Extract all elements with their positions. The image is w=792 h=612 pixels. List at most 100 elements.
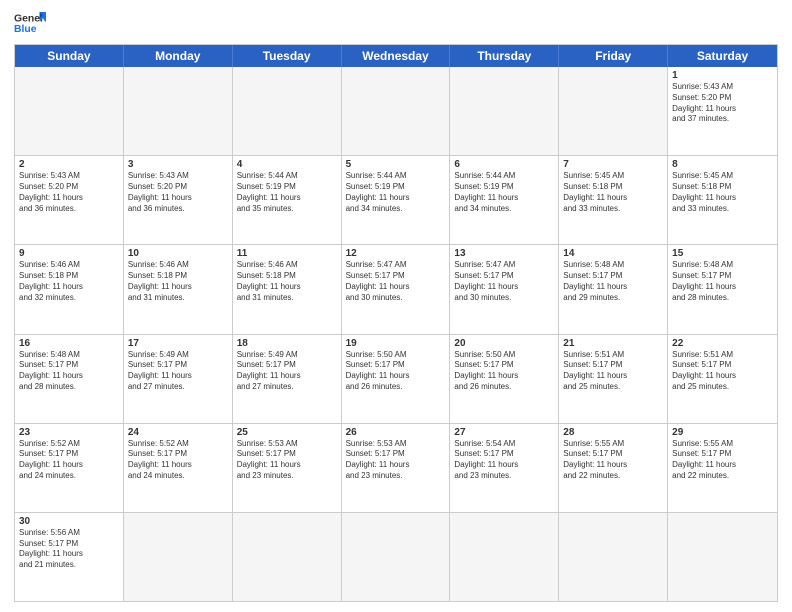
- calendar-cell: [233, 513, 342, 601]
- day-info: Sunrise: 5:53 AM Sunset: 5:17 PM Dayligh…: [237, 439, 337, 482]
- day-number: 14: [563, 248, 663, 259]
- day-number: 15: [672, 248, 773, 259]
- day-info: Sunrise: 5:43 AM Sunset: 5:20 PM Dayligh…: [672, 82, 773, 125]
- day-info: Sunrise: 5:49 AM Sunset: 5:17 PM Dayligh…: [128, 350, 228, 393]
- header-day-saturday: Saturday: [668, 45, 777, 67]
- day-number: 28: [563, 427, 663, 438]
- day-info: Sunrise: 5:48 AM Sunset: 5:17 PM Dayligh…: [563, 260, 663, 303]
- calendar-cell: [668, 513, 777, 601]
- day-info: Sunrise: 5:48 AM Sunset: 5:17 PM Dayligh…: [19, 350, 119, 393]
- day-info: Sunrise: 5:55 AM Sunset: 5:17 PM Dayligh…: [563, 439, 663, 482]
- calendar-cell: 2Sunrise: 5:43 AM Sunset: 5:20 PM Daylig…: [15, 156, 124, 244]
- calendar-week-4: 23 Sunrise: 5:52 AM Sunset: 5:17 PM Dayli…: [15, 423, 777, 512]
- calendar-cell: 16Sunrise: 5:48 AM Sunset: 5:17 PM Dayli…: [15, 335, 124, 423]
- header-day-thursday: Thursday: [450, 45, 559, 67]
- calendar: SundayMondayTuesdayWednesdayThursdayFrid…: [14, 44, 778, 602]
- calendar-cell: 28Sunrise: 5:55 AM Sunset: 5:17 PM Dayli…: [559, 424, 668, 512]
- day-info: Sunrise: 5:54 AM Sunset: 5:17 PM Dayligh…: [454, 439, 554, 482]
- calendar-cell: [342, 67, 451, 155]
- day-number: 21: [563, 338, 663, 349]
- calendar-cell: 14Sunrise: 5:48 AM Sunset: 5:17 PM Dayli…: [559, 245, 668, 333]
- day-number: 1: [672, 70, 773, 81]
- day-info: Sunrise: 5:43 AM Sunset: 5:20 PM Dayligh…: [128, 171, 228, 214]
- calendar-cell: 11Sunrise: 5:46 AM Sunset: 5:18 PM Dayli…: [233, 245, 342, 333]
- calendar-cell: 18Sunrise: 5:49 AM Sunset: 5:17 PM Dayli…: [233, 335, 342, 423]
- day-number: 26: [346, 427, 446, 438]
- day-number: 3: [128, 159, 228, 170]
- calendar-cell: [450, 513, 559, 601]
- calendar-cell: 24Sunrise: 5:52 AM Sunset: 5:17 PM Dayli…: [124, 424, 233, 512]
- calendar-cell: 9Sunrise: 5:46 AM Sunset: 5:18 PM Daylig…: [15, 245, 124, 333]
- calendar-cell: 27Sunrise: 5:54 AM Sunset: 5:17 PM Dayli…: [450, 424, 559, 512]
- day-info: Sunrise: 5:53 AM Sunset: 5:17 PM Dayligh…: [346, 439, 446, 482]
- calendar-cell: 3Sunrise: 5:43 AM Sunset: 5:20 PM Daylig…: [124, 156, 233, 244]
- header-day-tuesday: Tuesday: [233, 45, 342, 67]
- day-number: 22: [672, 338, 773, 349]
- generalblue-icon: General Blue: [14, 10, 46, 38]
- day-info: Sunrise: 5:47 AM Sunset: 5:17 PM Dayligh…: [454, 260, 554, 303]
- day-number: 20: [454, 338, 554, 349]
- calendar-cell: [559, 67, 668, 155]
- page: General Blue SundayMondayTuesdayWednesda…: [0, 0, 792, 612]
- day-number: 27: [454, 427, 554, 438]
- calendar-cell: 5Sunrise: 5:44 AM Sunset: 5:19 PM Daylig…: [342, 156, 451, 244]
- day-number: 19: [346, 338, 446, 349]
- calendar-cell: 29Sunrise: 5:55 AM Sunset: 5:17 PM Dayli…: [668, 424, 777, 512]
- day-info: Sunrise: 5:44 AM Sunset: 5:19 PM Dayligh…: [454, 171, 554, 214]
- calendar-cell: 10Sunrise: 5:46 AM Sunset: 5:18 PM Dayli…: [124, 245, 233, 333]
- calendar-week-2: 9Sunrise: 5:46 AM Sunset: 5:18 PM Daylig…: [15, 244, 777, 333]
- calendar-cell: 23Sunrise: 5:52 AM Sunset: 5:17 PM Dayli…: [15, 424, 124, 512]
- calendar-cell: [559, 513, 668, 601]
- day-number: 24: [128, 427, 228, 438]
- day-info: Sunrise: 5:46 AM Sunset: 5:18 PM Dayligh…: [237, 260, 337, 303]
- day-number: 8: [672, 159, 773, 170]
- calendar-header: SundayMondayTuesdayWednesdayThursdayFrid…: [15, 45, 777, 67]
- day-info: Sunrise: 5:52 AM Sunset: 5:17 PM Dayligh…: [128, 439, 228, 482]
- day-number: 17: [128, 338, 228, 349]
- calendar-cell: [450, 67, 559, 155]
- day-number: 23: [19, 427, 119, 438]
- calendar-week-3: 16Sunrise: 5:48 AM Sunset: 5:17 PM Dayli…: [15, 334, 777, 423]
- calendar-week-5: 30Sunrise: 5:56 AM Sunset: 5:17 PM Dayli…: [15, 512, 777, 601]
- day-number: 13: [454, 248, 554, 259]
- day-number: 18: [237, 338, 337, 349]
- calendar-cell: [15, 67, 124, 155]
- calendar-cell: 13Sunrise: 5:47 AM Sunset: 5:17 PM Dayli…: [450, 245, 559, 333]
- day-info: Sunrise: 5:50 AM Sunset: 5:17 PM Dayligh…: [346, 350, 446, 393]
- day-info: Sunrise: 5:44 AM Sunset: 5:19 PM Dayligh…: [346, 171, 446, 214]
- calendar-cell: 30Sunrise: 5:56 AM Sunset: 5:17 PM Dayli…: [15, 513, 124, 601]
- day-number: 6: [454, 159, 554, 170]
- day-number: 16: [19, 338, 119, 349]
- day-info: Sunrise: 5:51 AM Sunset: 5:17 PM Dayligh…: [563, 350, 663, 393]
- calendar-cell: [124, 67, 233, 155]
- day-number: 11: [237, 248, 337, 259]
- calendar-cell: 17Sunrise: 5:49 AM Sunset: 5:17 PM Dayli…: [124, 335, 233, 423]
- day-info: Sunrise: 5:45 AM Sunset: 5:18 PM Dayligh…: [672, 171, 773, 214]
- calendar-cell: 25Sunrise: 5:53 AM Sunset: 5:17 PM Dayli…: [233, 424, 342, 512]
- day-info: Sunrise: 5:55 AM Sunset: 5:17 PM Dayligh…: [672, 439, 773, 482]
- calendar-cell: 19Sunrise: 5:50 AM Sunset: 5:17 PM Dayli…: [342, 335, 451, 423]
- day-number: 12: [346, 248, 446, 259]
- calendar-cell: 8Sunrise: 5:45 AM Sunset: 5:18 PM Daylig…: [668, 156, 777, 244]
- calendar-week-0: 1Sunrise: 5:43 AM Sunset: 5:20 PM Daylig…: [15, 67, 777, 155]
- calendar-week-1: 2Sunrise: 5:43 AM Sunset: 5:20 PM Daylig…: [15, 155, 777, 244]
- day-info: Sunrise: 5:45 AM Sunset: 5:18 PM Dayligh…: [563, 171, 663, 214]
- calendar-cell: [124, 513, 233, 601]
- calendar-cell: 20Sunrise: 5:50 AM Sunset: 5:17 PM Dayli…: [450, 335, 559, 423]
- logo: General Blue: [14, 10, 46, 38]
- day-info: Sunrise: 5:48 AM Sunset: 5:17 PM Dayligh…: [672, 260, 773, 303]
- calendar-cell: 7Sunrise: 5:45 AM Sunset: 5:18 PM Daylig…: [559, 156, 668, 244]
- calendar-cell: 21Sunrise: 5:51 AM Sunset: 5:17 PM Dayli…: [559, 335, 668, 423]
- day-info: Sunrise: 5:56 AM Sunset: 5:17 PM Dayligh…: [19, 528, 119, 571]
- calendar-cell: 4Sunrise: 5:44 AM Sunset: 5:19 PM Daylig…: [233, 156, 342, 244]
- calendar-cell: 1Sunrise: 5:43 AM Sunset: 5:20 PM Daylig…: [668, 67, 777, 155]
- svg-text:Blue: Blue: [14, 24, 37, 35]
- calendar-cell: 6Sunrise: 5:44 AM Sunset: 5:19 PM Daylig…: [450, 156, 559, 244]
- calendar-cell: [233, 67, 342, 155]
- day-info: Sunrise: 5:49 AM Sunset: 5:17 PM Dayligh…: [237, 350, 337, 393]
- day-info: Sunrise: 5:44 AM Sunset: 5:19 PM Dayligh…: [237, 171, 337, 214]
- day-info: Sunrise: 5:51 AM Sunset: 5:17 PM Dayligh…: [672, 350, 773, 393]
- day-number: 25: [237, 427, 337, 438]
- day-info: Sunrise: 5:46 AM Sunset: 5:18 PM Dayligh…: [128, 260, 228, 303]
- day-info: Sunrise: 5:46 AM Sunset: 5:18 PM Dayligh…: [19, 260, 119, 303]
